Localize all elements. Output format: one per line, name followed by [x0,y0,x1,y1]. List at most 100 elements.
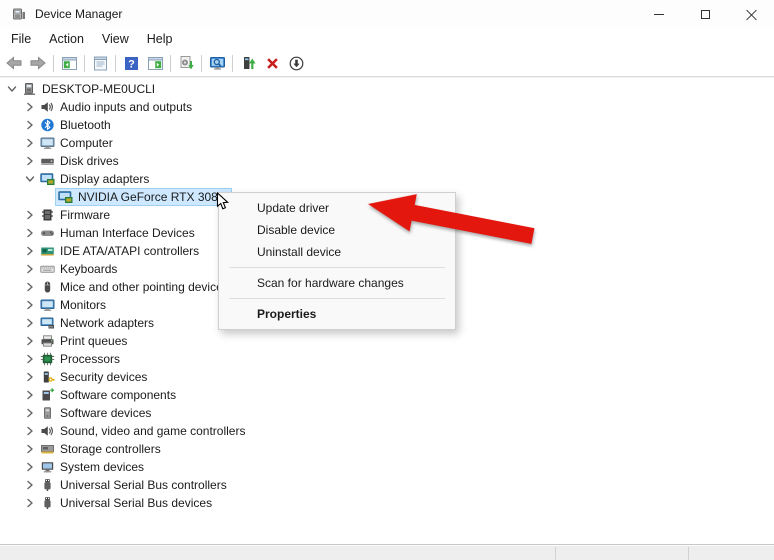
minimize-button[interactable] [636,0,682,28]
scan-hardware-changes-button[interactable] [205,52,229,75]
chevron-right-icon[interactable] [22,406,38,420]
tree-item-content: Firmware [38,207,116,223]
tree-item-label: Audio inputs and outputs [60,99,196,115]
tree-item-desktop-me0ucli[interactable]: DESKTOP-ME0UCLI [0,80,774,98]
toolbar-separator [115,55,116,72]
tree-item-software-components[interactable]: Software components [0,386,774,404]
tree-item-system-devices[interactable]: System devices [0,458,774,476]
chevron-right-icon[interactable] [22,442,38,456]
keyboard-icon [40,262,55,276]
window-title: Device Manager [35,7,122,21]
chevron-right-icon[interactable] [22,388,38,402]
menu-item-scan-for-hardware-changes[interactable]: Scan for hardware changes [219,272,455,294]
tree-item-disk-drives[interactable]: Disk drives [0,152,774,170]
menubar-view[interactable]: View [93,30,138,48]
chevron-right-icon[interactable] [22,118,38,132]
tree-item-label: Processors [60,351,124,367]
chevron-right-icon[interactable] [22,226,38,240]
tree-item-universal-serial-bus-controllers[interactable]: Universal Serial Bus controllers [0,476,774,494]
menu-item-disable-device[interactable]: Disable device [219,219,455,241]
tree-item-display-adapters[interactable]: Display adapters [0,170,774,188]
action-pane-button[interactable] [143,52,167,75]
chevron-right-icon[interactable] [22,136,38,150]
titlebar: Device Manager [0,0,774,28]
device-manager-window: Device Manager FileActionViewHelp ? DESK… [0,0,774,560]
bluetooth-icon [40,118,55,132]
menu-item-properties[interactable]: Properties [219,303,455,325]
update-driver-button[interactable] [236,52,260,75]
toolbar-separator [232,55,233,72]
tree-item-content: System devices [38,459,150,475]
tree-item-audio-inputs-and-outputs[interactable]: Audio inputs and outputs [0,98,774,116]
tree-item-label: Mice and other pointing devices [60,279,233,295]
update-driver-icon [240,55,257,72]
tree-item-label: Software devices [60,405,155,421]
chevron-down-icon[interactable] [4,82,20,96]
tree-item-label: System devices [60,459,148,475]
chevron-right-icon[interactable] [22,244,38,258]
chevron-right-icon[interactable] [22,100,38,114]
tree-item-universal-serial-bus-devices[interactable]: Universal Serial Bus devices [0,494,774,512]
disk-icon [40,154,55,168]
tree-item-label: Universal Serial Bus controllers [60,477,231,493]
back-button[interactable] [2,52,26,75]
tree-item-computer[interactable]: Computer [0,134,774,152]
chevron-right-icon[interactable] [22,262,38,276]
chevron-right-icon[interactable] [22,298,38,312]
chevron-right-icon[interactable] [22,424,38,438]
tree-item-label: Firmware [60,207,114,223]
tree-item-storage-controllers[interactable]: Storage controllers [0,440,774,458]
context-menu: Update driverDisable deviceUninstall dev… [218,192,456,330]
maximize-icon [701,10,710,19]
chevron-right-icon[interactable] [22,316,38,330]
maximize-button[interactable] [682,0,728,28]
network-adapter-icon [40,316,55,330]
svg-text:?: ? [128,58,135,70]
system-device-icon [40,460,55,474]
update-driver-software-button[interactable] [174,52,198,75]
toolbar: ? [0,50,774,77]
menu-item-update-driver[interactable]: Update driver [219,197,455,219]
chevron-down-icon[interactable] [22,172,38,186]
tree-item-sound-video-and-game-controllers[interactable]: Sound, video and game controllers [0,422,774,440]
menubar-action[interactable]: Action [40,30,93,48]
software-component-icon [40,388,55,402]
chevron-right-icon[interactable] [22,370,38,384]
close-button[interactable] [728,0,774,28]
chevron-right-icon[interactable] [22,352,38,366]
menubar-help[interactable]: Help [138,30,182,48]
chevron-right-icon[interactable] [22,478,38,492]
tree-item-security-devices[interactable]: Security devices [0,368,774,386]
tree-item-bluetooth[interactable]: Bluetooth [0,116,774,134]
menubar-file[interactable]: File [2,30,40,48]
tree-item-label: Print queues [60,333,131,349]
forward-button[interactable] [26,52,50,75]
minimize-icon [654,14,664,15]
monitor2-icon [40,298,55,312]
tree-item-label: Human Interface Devices [60,225,199,241]
tree-item-processors[interactable]: Processors [0,350,774,368]
tree-item-label: Sound, video and game controllers [60,423,249,439]
tree-item-content: Processors [38,351,126,367]
audio-icon [40,100,55,114]
tree-item-content: Network adapters [38,315,160,331]
display-adapter-icon [40,172,55,186]
chevron-right-icon[interactable] [22,154,38,168]
show-console-tree-button[interactable] [57,52,81,75]
chevron-right-icon[interactable] [22,280,38,294]
chevron-right-icon[interactable] [22,460,38,474]
uninstall-device-button[interactable] [260,52,284,75]
disable-device-button[interactable] [284,52,308,75]
chevron-right-icon[interactable] [22,334,38,348]
tree-item-content: Software devices [38,405,157,421]
tree-item-label: Bluetooth [60,117,115,133]
help-button[interactable]: ? [119,52,143,75]
tree-item-software-devices[interactable]: Software devices [0,404,774,422]
tree-item-content: Security devices [38,369,153,385]
tree-item-print-queues[interactable]: Print queues [0,332,774,350]
statusbar [0,544,774,560]
chevron-right-icon[interactable] [22,496,38,510]
chevron-right-icon[interactable] [22,208,38,222]
properties-sheet-button[interactable] [88,52,112,75]
menu-item-uninstall-device[interactable]: Uninstall device [219,241,455,263]
